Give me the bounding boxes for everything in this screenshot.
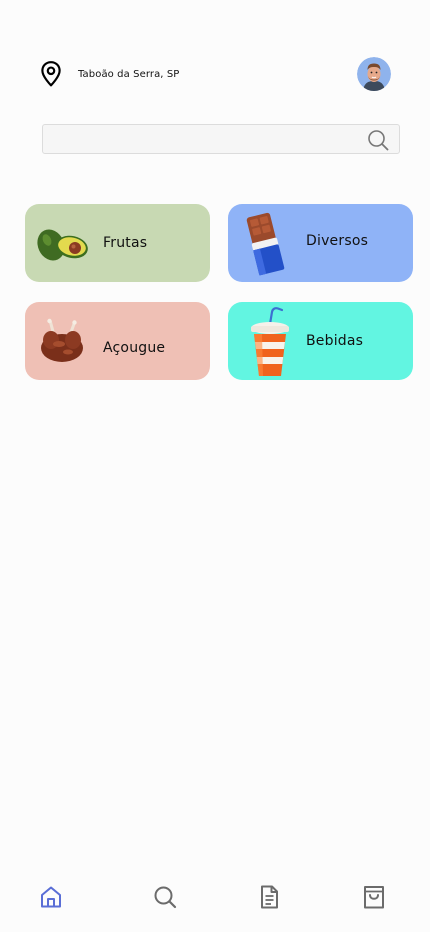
category-card-frutas[interactable]: Frutas [25, 204, 210, 282]
category-label: Açougue [103, 340, 166, 356]
drink-cup-icon [251, 307, 289, 376]
chocolate-bar-icon [246, 212, 285, 276]
category-card-diversos[interactable]: Diversos [228, 204, 413, 282]
category-label: Bebidas [306, 333, 364, 349]
location-selector[interactable]: Taboão da Serra, SP [38, 60, 179, 88]
category-card-bebidas[interactable]: Bebidas [228, 302, 413, 380]
category-label: Frutas [103, 235, 148, 251]
bottom-navigation [0, 874, 430, 920]
search-input[interactable] [51, 125, 365, 155]
shopping-bag-icon[interactable] [361, 884, 387, 910]
avocado-icon [37, 229, 88, 261]
category-label: Diversos [306, 233, 369, 249]
search-icon[interactable] [367, 129, 389, 151]
location-pin-icon [41, 61, 61, 87]
category-card-acougue[interactable]: Açougue [25, 302, 210, 380]
roast-chicken-icon [41, 318, 83, 362]
search-icon[interactable] [152, 884, 178, 910]
avatar-image [357, 57, 391, 91]
search-bar [42, 124, 400, 155]
location-label: Taboão da Serra, SP [78, 68, 180, 80]
user-avatar[interactable] [357, 57, 391, 91]
home-icon[interactable] [38, 884, 64, 910]
orders-icon[interactable] [256, 884, 282, 910]
